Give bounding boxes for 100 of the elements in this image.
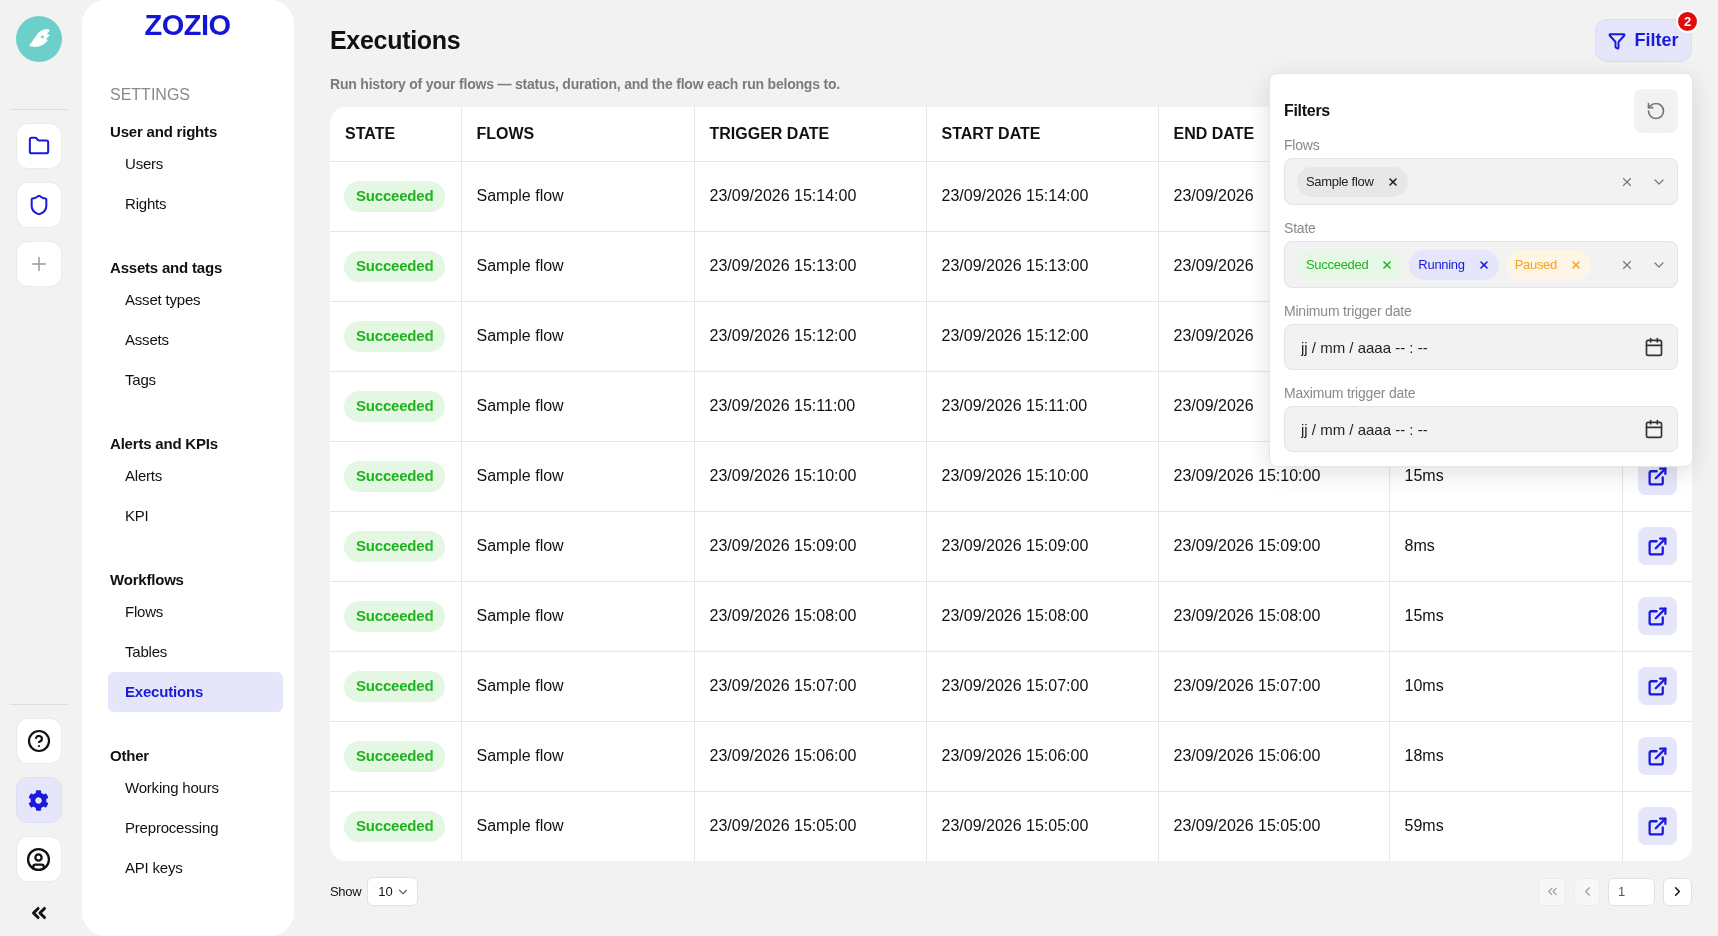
start-date: 23/09/2026 15:09:00 <box>941 537 1089 554</box>
close-icon[interactable] <box>1386 175 1399 188</box>
settings-button[interactable] <box>15 777 62 823</box>
status-badge: Succeeded <box>344 390 446 422</box>
brand-logo[interactable]: ZOZIO <box>144 13 231 37</box>
sidebar-item[interactable]: Assets <box>108 320 179 360</box>
sidebar-item[interactable]: Alerts <box>108 456 173 496</box>
status-badge: Succeeded <box>344 180 446 212</box>
section-heading: User and rights <box>110 121 218 142</box>
sidebar-item[interactable]: Rights <box>108 184 177 224</box>
count-badge: 2 <box>1676 10 1699 33</box>
sidebar-item[interactable]: KPI <box>108 496 159 536</box>
multiselect-field[interactable]: Sample flow <box>1284 158 1678 205</box>
page-size-select[interactable]: 10 <box>367 877 419 906</box>
open-button[interactable] <box>1637 737 1677 775</box>
open-button[interactable] <box>1637 597 1677 635</box>
external-link-icon <box>1646 745 1668 767</box>
profile-button[interactable] <box>15 836 62 882</box>
filter-chip[interactable]: Running <box>1409 249 1499 280</box>
flow-name: Sample flow <box>476 257 564 274</box>
help-icon <box>26 729 51 753</box>
section-heading: Alerts and KPIs <box>110 433 218 454</box>
end-date: 23/09/2026 <box>1173 257 1254 274</box>
status-badge: Succeeded <box>344 670 446 702</box>
field-label: Minimum trigger date <box>1284 301 1412 321</box>
date-field[interactable]: jj / mm / aaaa -- : -- <box>1284 324 1678 370</box>
sidebar-item[interactable]: Working hours <box>108 768 229 808</box>
end-date: 23/09/2026 15:10:00 <box>1173 467 1321 484</box>
column-header: STATE <box>345 124 396 142</box>
sidebar-item[interactable]: Users <box>108 144 174 184</box>
show-label: Show <box>330 882 362 901</box>
status-badge: Succeeded <box>344 740 446 772</box>
filter-chip[interactable]: Sample flow <box>1297 166 1408 197</box>
sidebar-heading: SETTINGS <box>110 85 190 105</box>
flow-name: Sample flow <box>476 187 564 204</box>
sidebar-item[interactable]: Tables <box>108 632 178 672</box>
sidebar-item[interactable]: Preprocessing <box>108 808 229 848</box>
status-badge: Succeeded <box>344 530 446 562</box>
status-badge: Succeeded <box>344 460 446 492</box>
page-subtitle: Run history of your flows — status, duration, and the flow each run belongs to. <box>330 74 840 94</box>
folder-button[interactable] <box>15 123 62 169</box>
start-date: 23/09/2026 15:08:00 <box>941 607 1089 624</box>
field-label: Flows <box>1284 135 1320 155</box>
panel-title: Filters <box>1284 101 1330 121</box>
flow-name: Sample flow <box>476 817 564 835</box>
status-badge: Succeeded <box>344 810 446 842</box>
open-button[interactable] <box>1637 527 1677 565</box>
duration-text: 59ms <box>1404 817 1444 835</box>
end-date: 23/09/2026 15:09:00 <box>1173 537 1321 554</box>
column-header: END DATE <box>1173 124 1255 142</box>
section-heading: Workflows <box>110 569 184 590</box>
start-date: 23/09/2026 15:06:00 <box>941 747 1089 764</box>
reset-button[interactable] <box>1634 89 1678 133</box>
external-link-icon <box>1646 535 1668 557</box>
duration-text: 10ms <box>1404 677 1444 694</box>
trigger-date: 23/09/2026 15:12:00 <box>709 327 857 344</box>
external-link-icon <box>1646 675 1668 697</box>
trigger-date: 23/09/2026 15:13:00 <box>709 257 857 274</box>
flow-name: Sample flow <box>476 607 564 624</box>
sidebar-item[interactable]: API keys <box>108 848 193 888</box>
multiselect-field[interactable]: Succeeded Running Paused <box>1284 241 1678 288</box>
close-icon[interactable] <box>1477 258 1490 271</box>
page-field[interactable]: 1 <box>1608 877 1655 906</box>
start-date: 23/09/2026 15:05:00 <box>941 817 1089 835</box>
sidebar-item[interactable]: Tags <box>108 360 166 400</box>
end-date: 23/09/2026 <box>1173 327 1254 344</box>
field-label: State <box>1284 218 1316 238</box>
open-button[interactable] <box>1637 667 1677 705</box>
column-header: START DATE <box>941 124 1041 142</box>
trigger-date: 23/09/2026 15:10:00 <box>709 467 857 484</box>
external-link-icon <box>1646 605 1668 627</box>
sidebar-item[interactable]: Executions <box>108 672 283 712</box>
flow-name: Sample flow <box>476 537 564 554</box>
next-page-button[interactable] <box>1663 877 1692 906</box>
section-heading: Assets and tags <box>110 257 223 278</box>
end-date: 23/09/2026 15:06:00 <box>1173 747 1321 764</box>
duration-text: 8ms <box>1404 537 1435 554</box>
circular-arrow-icon <box>1646 101 1666 121</box>
status-badge: Succeeded <box>344 250 446 282</box>
trigger-date: 23/09/2026 15:07:00 <box>709 677 857 694</box>
funnel-icon <box>1608 31 1627 50</box>
sidebar-item[interactable]: Asset types <box>108 280 211 320</box>
external-link-icon <box>1646 815 1668 837</box>
section-heading: Other <box>110 745 149 766</box>
shield-button[interactable] <box>15 182 62 228</box>
duration-text: 15ms <box>1404 467 1444 484</box>
flow-name: Sample flow <box>476 467 564 484</box>
calendar-icon[interactable] <box>1644 419 1664 439</box>
calendar-icon[interactable] <box>1644 337 1664 357</box>
date-field[interactable]: jj / mm / aaaa -- : -- <box>1284 406 1678 452</box>
help-button[interactable] <box>15 718 62 764</box>
open-button[interactable] <box>1637 807 1677 846</box>
user-circle-icon <box>26 846 51 872</box>
external-link-icon <box>1646 465 1668 487</box>
start-date: 23/09/2026 15:12:00 <box>941 327 1089 344</box>
column-header: FLOWS <box>476 124 535 142</box>
start-date: 23/09/2026 15:11:00 <box>941 397 1088 414</box>
settings-icon <box>28 789 49 811</box>
sidebar-item[interactable]: Flows <box>108 592 174 632</box>
trigger-date: 23/09/2026 15:06:00 <box>709 747 857 764</box>
